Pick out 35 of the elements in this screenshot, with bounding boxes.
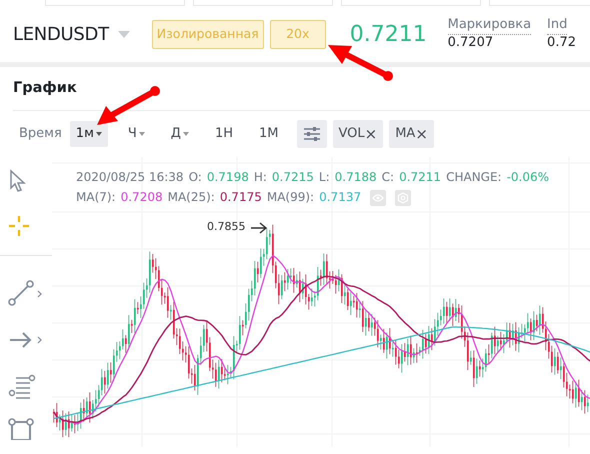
ma-label: MA(99): xyxy=(266,190,314,204)
ohlc-label: H: xyxy=(254,170,267,184)
peak-price-label: 0.7855 xyxy=(207,219,246,235)
interval-label: Время xyxy=(19,125,62,144)
ohlc-label: O: xyxy=(188,170,202,184)
ohlc-value: 0.7188 xyxy=(334,170,377,184)
indicator-chip[interactable]: VOL× xyxy=(332,120,384,148)
remove-icon[interactable]: × xyxy=(415,122,428,146)
ohlc-label: C: xyxy=(382,170,394,184)
stat-value: 0.7207 xyxy=(448,34,494,50)
section-title: График xyxy=(13,78,77,98)
ma-value: 0.7137 xyxy=(319,190,362,204)
interval-tab[interactable]: 1М xyxy=(253,121,284,147)
interval-tab[interactable]: 1Н xyxy=(208,121,239,147)
last-price: 0.7211 xyxy=(350,20,428,48)
stat-value: 0.72 xyxy=(547,34,576,50)
interval-tab[interactable]: Д xyxy=(164,121,195,147)
chart-timestamp: 2020/08/25 16:38 xyxy=(76,170,184,184)
stat-label: Маркировка xyxy=(448,16,532,34)
ma-value: 0.7175 xyxy=(220,190,262,204)
ohlc-label: L: xyxy=(318,170,330,184)
ma-value: 0.7208 xyxy=(120,190,163,204)
ohlc-value: 0.7211 xyxy=(399,170,442,184)
interval-tab[interactable]: 1м xyxy=(70,121,108,147)
ma-label: MA(25): xyxy=(168,190,215,204)
remove-icon[interactable]: × xyxy=(364,122,378,146)
symbol-name: LENDUSDT xyxy=(13,22,109,46)
stat-label: Ind xyxy=(547,16,568,34)
ohlc-value: -0.06% xyxy=(506,170,550,184)
ohlc-value: 0.7215 xyxy=(272,170,314,184)
interval-tab[interactable]: Ч xyxy=(122,121,151,147)
ma-label: MA(7): xyxy=(76,190,116,204)
ohlc-label: CHANGE: xyxy=(446,170,502,184)
indicator-chip[interactable]: MA× xyxy=(389,120,434,148)
ohlc-value: 0.7198 xyxy=(206,170,249,184)
